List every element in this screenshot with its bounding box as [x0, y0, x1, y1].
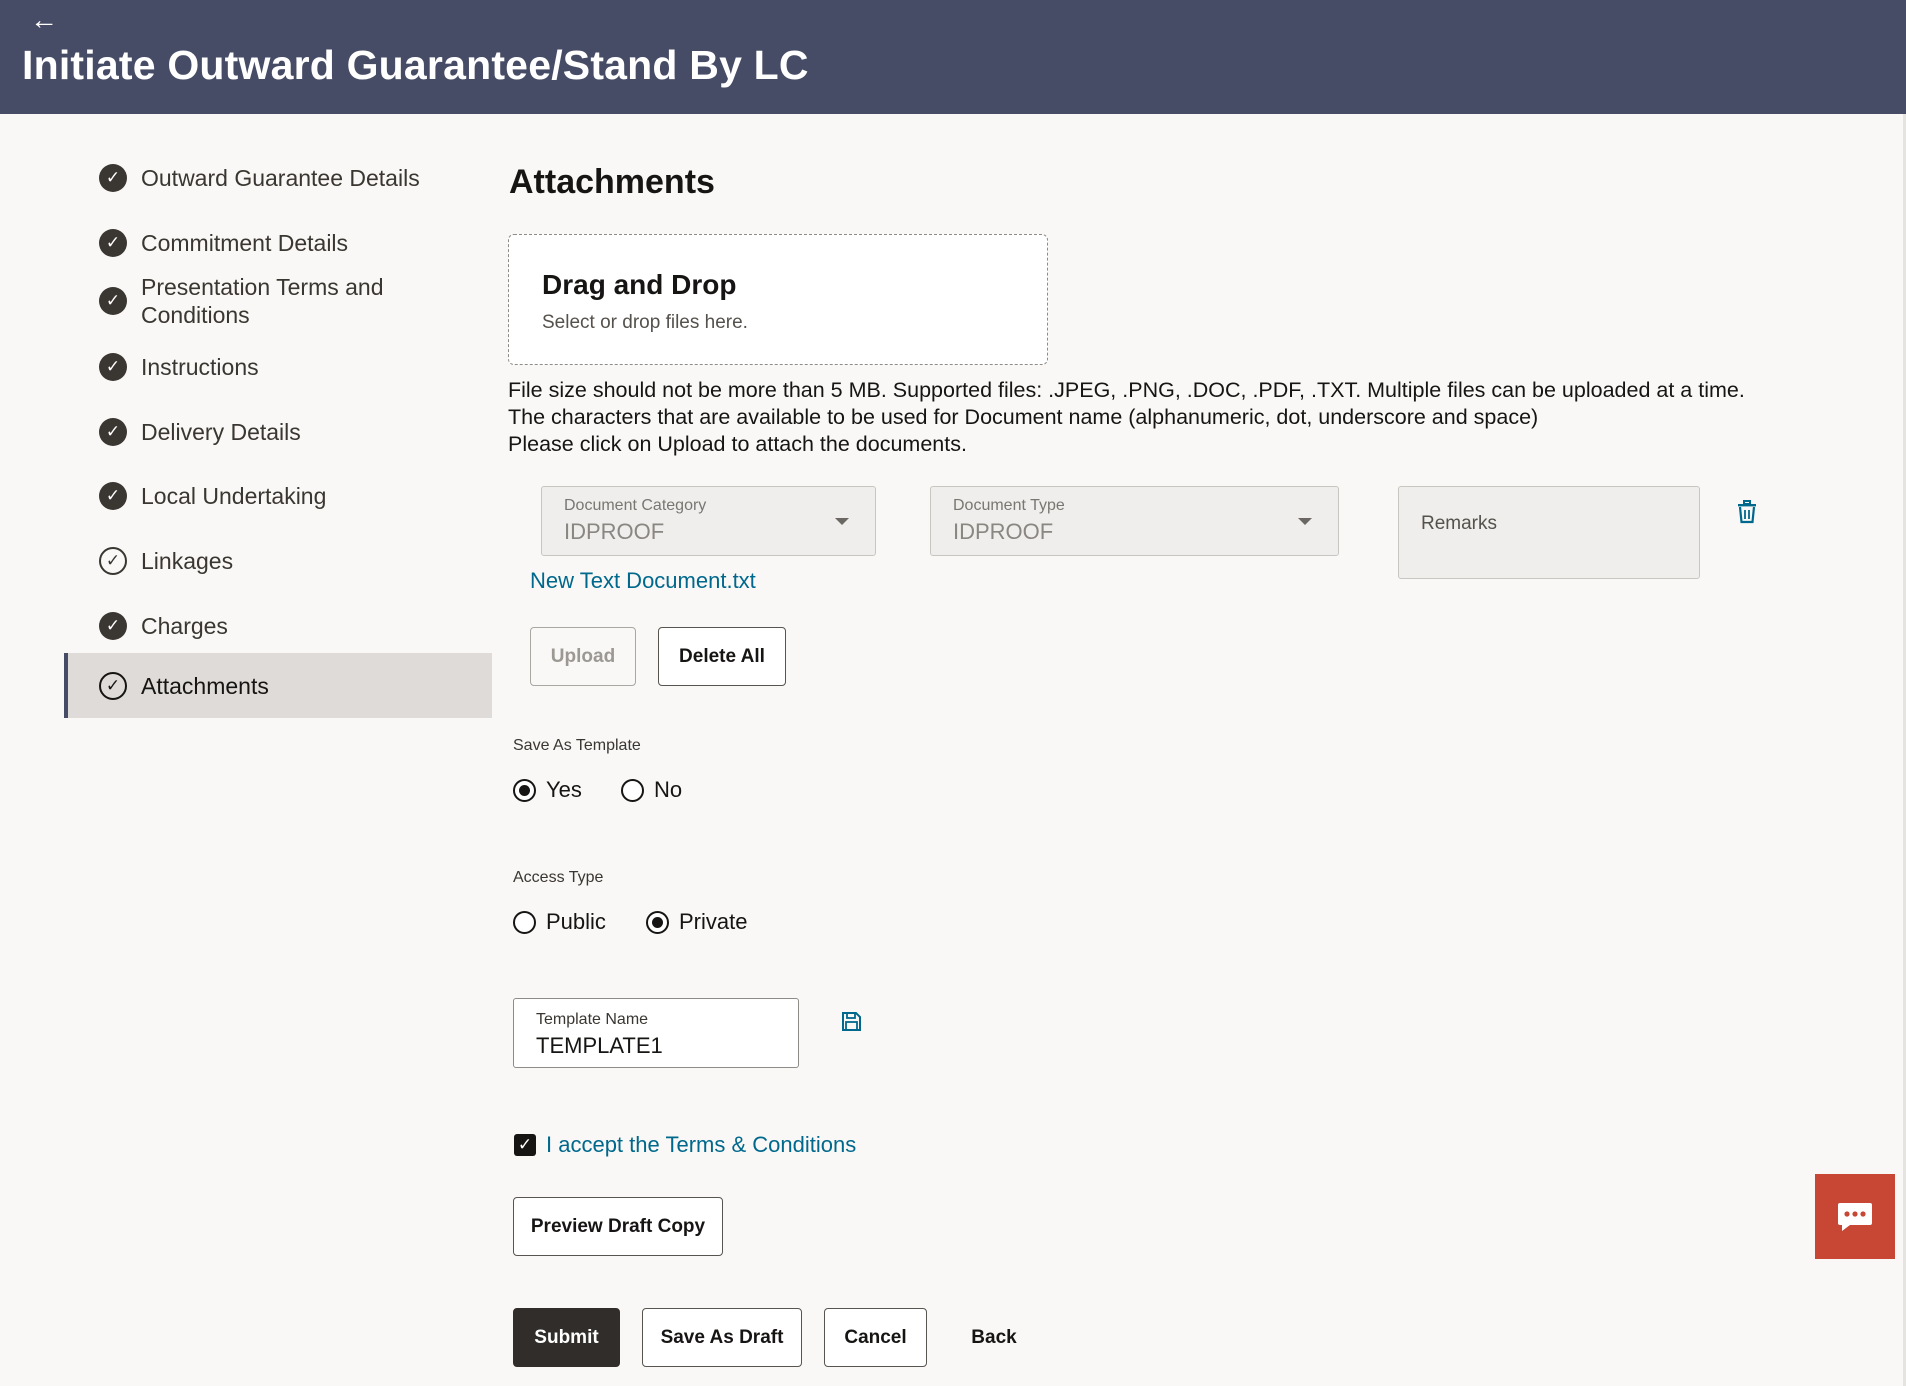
page-title: Initiate Outward Guarantee/Stand By LC [22, 42, 809, 88]
check-circle-icon: ✓ [99, 418, 127, 446]
sidebar-item-label: Presentation Terms and Conditions [141, 274, 384, 328]
chat-bubble-icon [1838, 1202, 1872, 1231]
access-type-private-radio[interactable]: Private [646, 909, 747, 935]
save-floppy-icon[interactable] [841, 1011, 862, 1032]
back-button[interactable]: Back [956, 1308, 1032, 1367]
radio-label: No [654, 777, 683, 802]
dropzone-title: Drag and Drop [542, 269, 737, 300]
sidebar-item-delivery-details[interactable]: ✓ Delivery Details [64, 414, 492, 450]
upload-info-line: File size should not be more than 5 MB. … [508, 378, 1745, 402]
file-dropzone[interactable]: Drag and Drop Select or drop files here. [508, 234, 1048, 365]
sidebar-item-local-undertaking[interactable]: ✓ Local Undertaking [64, 478, 492, 514]
dropzone-subtitle: Select or drop files here. [542, 312, 748, 333]
check-circle-outline-icon: ✓ [99, 671, 127, 700]
remarks-field[interactable]: Remarks [1398, 486, 1700, 579]
radio-label: Yes [546, 777, 582, 802]
radio-selected-icon [513, 778, 536, 802]
chevron-down-icon [1298, 518, 1312, 525]
terms-link[interactable]: I accept the Terms & Conditions [546, 1132, 856, 1158]
submit-button[interactable]: Submit [513, 1308, 620, 1367]
upload-button[interactable]: Upload [530, 627, 636, 686]
upload-instructions: File size should not be more than 5 MB. … [508, 377, 1745, 458]
check-circle-icon: ✓ [99, 482, 127, 510]
template-name-input[interactable] [536, 1033, 776, 1059]
chat-button[interactable] [1815, 1174, 1895, 1259]
check-circle-icon: ✓ [99, 612, 127, 640]
save-as-template-label: Save As Template [513, 737, 641, 754]
check-circle-icon: ✓ [99, 164, 127, 192]
check-circle-icon: ✓ [99, 229, 127, 257]
sidebar-item-charges[interactable]: ✓ Charges [64, 608, 492, 644]
remarks-label: Remarks [1421, 513, 1498, 534]
page-header: ← Initiate Outward Guarantee/Stand By LC [0, 0, 1906, 114]
check-circle-outline-icon: ✓ [99, 547, 127, 575]
document-category-value: IDPROOF [564, 519, 665, 544]
access-type-public-radio[interactable]: Public [513, 909, 606, 935]
radio-unselected-icon [621, 778, 644, 802]
document-type-label: Document Type [953, 497, 1065, 514]
sidebar-item-instructions[interactable]: ✓ Instructions [64, 349, 492, 385]
sidebar-item-label: Linkages [141, 548, 234, 574]
sidebar-item-label: Outward Guarantee Details [141, 165, 420, 191]
document-category-select[interactable]: Document Category IDPROOF [541, 486, 876, 556]
document-category-label: Document Category [564, 497, 707, 514]
delete-all-button[interactable]: Delete All [658, 627, 786, 686]
sidebar-item-label: Charges [141, 613, 228, 639]
step-sidebar: ✓ Outward Guarantee Details ✓ Commitment… [64, 160, 492, 718]
trash-icon[interactable] [1736, 500, 1758, 524]
save-template-no-radio[interactable]: No [621, 777, 682, 803]
radio-label: Public [546, 909, 606, 934]
chevron-down-icon [835, 518, 849, 525]
radio-unselected-icon [513, 910, 536, 934]
cancel-button[interactable]: Cancel [824, 1308, 927, 1367]
save-template-yes-radio[interactable]: Yes [513, 777, 582, 803]
template-name-field: Template Name [513, 998, 799, 1068]
document-type-value: IDPROOF [953, 519, 1054, 544]
sidebar-item-linkages[interactable]: ✓ Linkages [64, 543, 492, 579]
sidebar-item-label: Commitment Details [141, 230, 349, 256]
section-title: Attachments [509, 163, 715, 201]
upload-info-line: Please click on Upload to attach the doc… [508, 432, 967, 456]
sidebar-item-commitment-details[interactable]: ✓ Commitment Details [64, 225, 492, 261]
sidebar-item-label: Instructions [141, 354, 259, 380]
template-name-label: Template Name [536, 1011, 649, 1028]
sidebar-item-label: Delivery Details [141, 419, 301, 445]
access-type-label: Access Type [513, 869, 604, 886]
sidebar-item-attachments[interactable]: ✓ Attachments [64, 653, 492, 718]
check-circle-icon: ✓ [99, 353, 127, 381]
check-circle-icon: ✓ [99, 287, 127, 315]
upload-info-line: The characters that are available to be … [508, 405, 1539, 429]
sidebar-item-outward-guarantee-details[interactable]: ✓ Outward Guarantee Details [64, 160, 492, 196]
back-arrow-icon[interactable]: ← [30, 6, 58, 34]
radio-selected-icon [646, 910, 669, 934]
radio-label: Private [679, 909, 748, 934]
terms-checkbox-row[interactable]: ✓ I accept the Terms & Conditions [514, 1132, 856, 1158]
save-as-draft-button[interactable]: Save As Draft [642, 1308, 802, 1367]
checkbox-checked-icon[interactable]: ✓ [514, 1134, 536, 1156]
sidebar-item-presentation-terms[interactable]: ✓ Presentation Terms and Conditions [64, 271, 492, 331]
preview-draft-copy-button[interactable]: Preview Draft Copy [513, 1197, 723, 1256]
attached-file-link[interactable]: New Text Document.txt [530, 568, 756, 594]
sidebar-item-label: Local Undertaking [141, 483, 327, 509]
sidebar-item-label: Attachments [141, 672, 269, 699]
document-type-select[interactable]: Document Type IDPROOF [930, 486, 1339, 556]
